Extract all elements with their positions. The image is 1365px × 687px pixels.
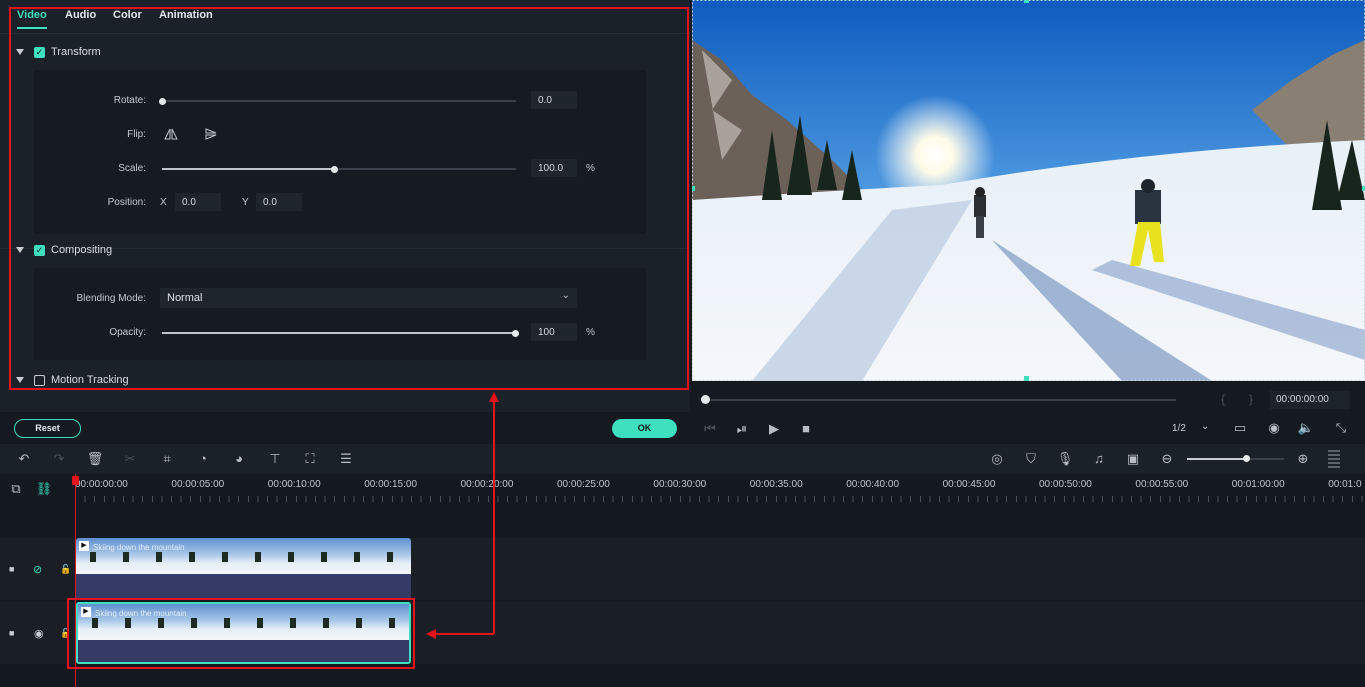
annotation-arrows	[426, 392, 499, 639]
